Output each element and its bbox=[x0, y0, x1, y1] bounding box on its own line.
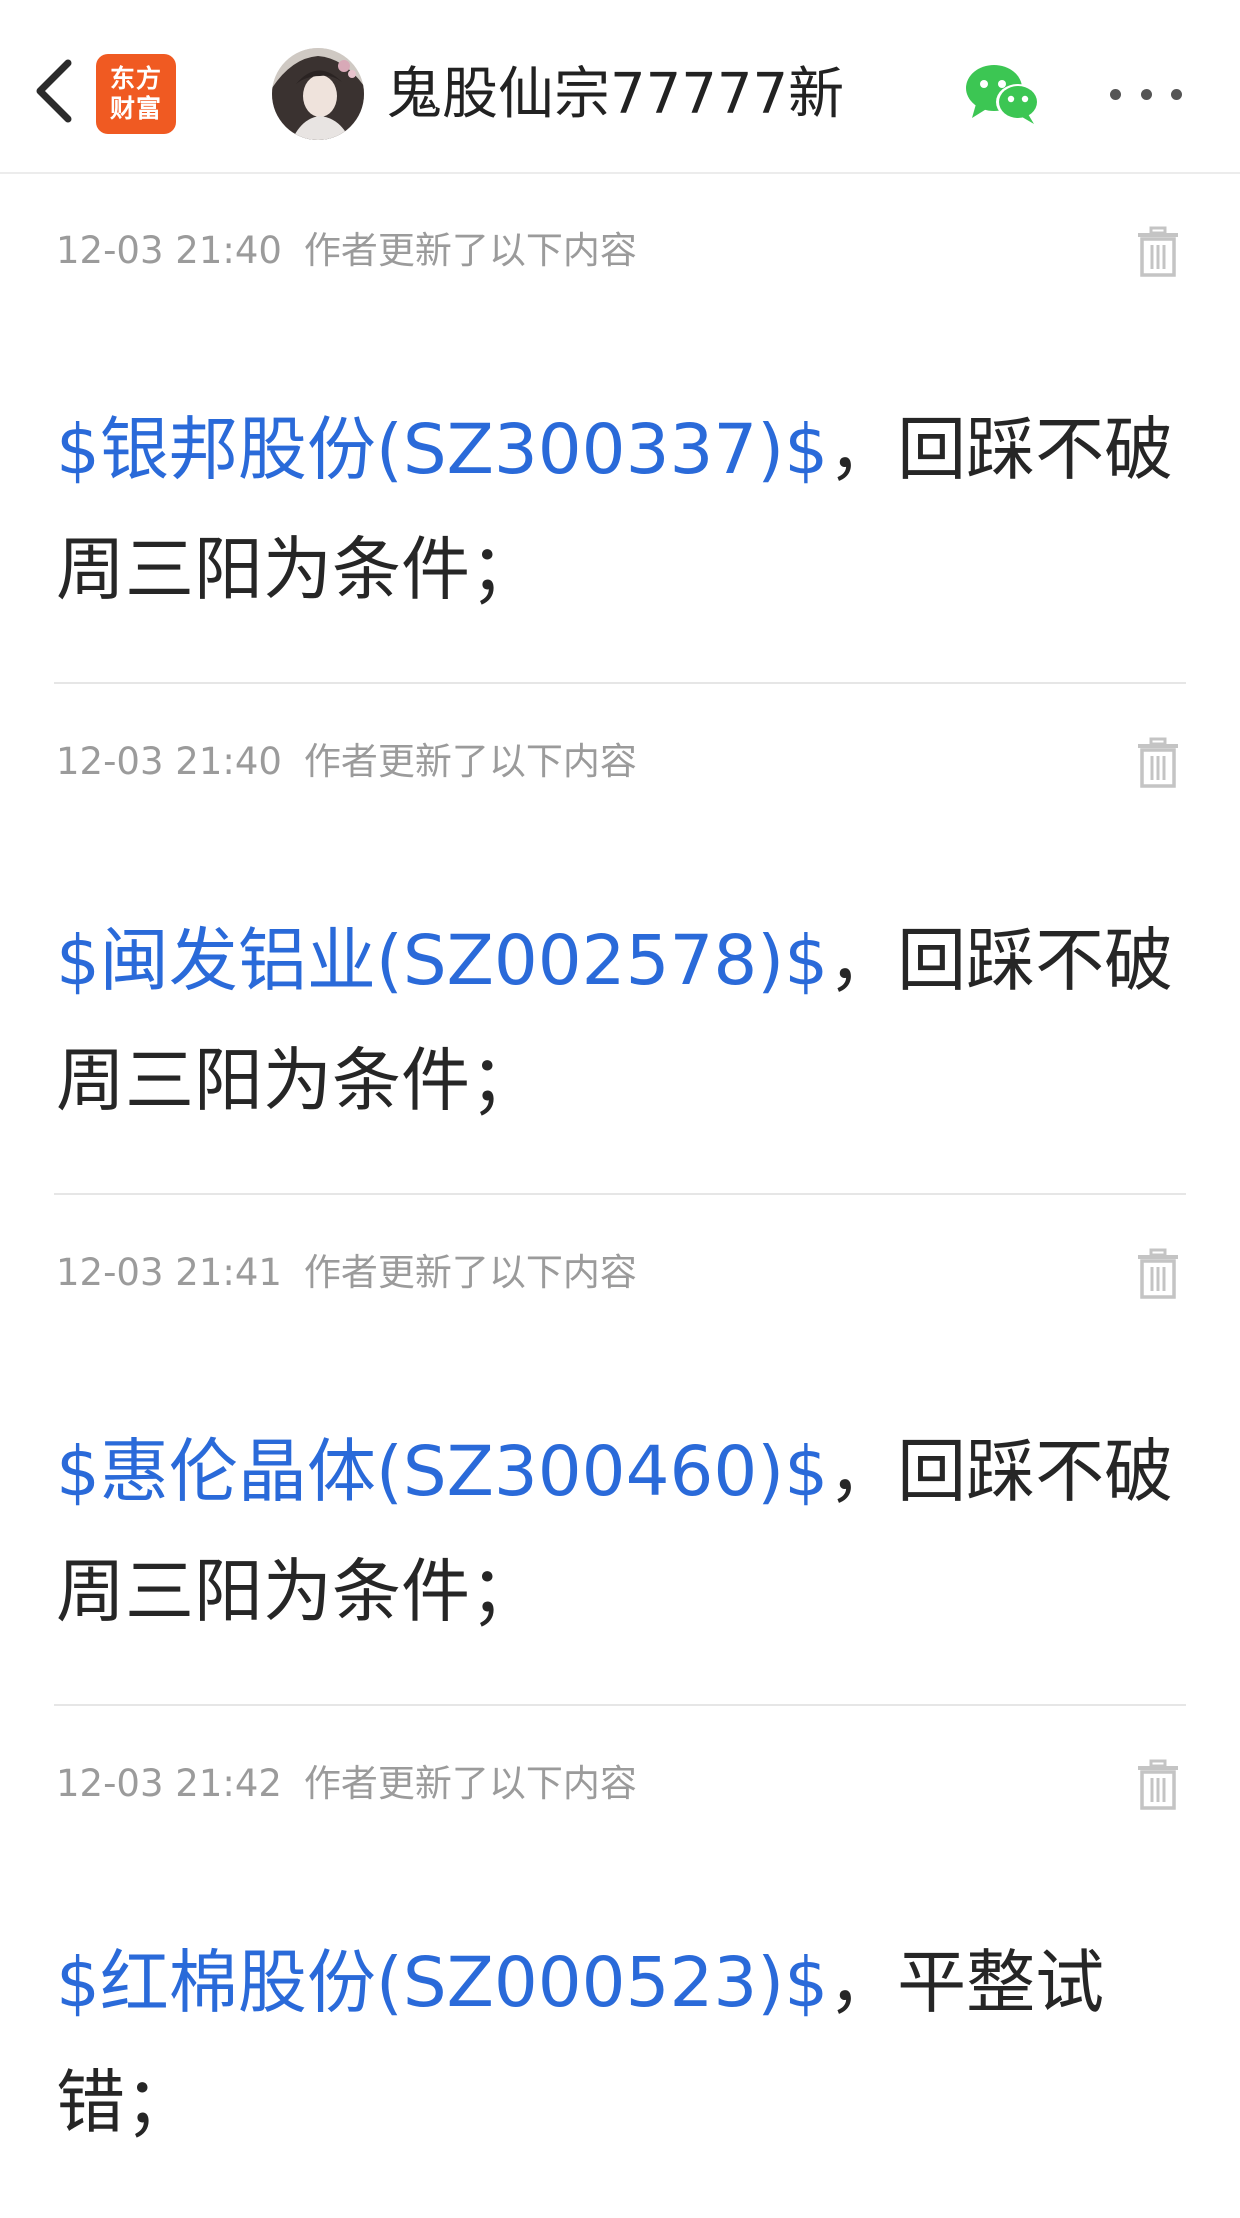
post-meta: 12-03 21:40 作者更新了以下内容 bbox=[56, 737, 637, 787]
post-meta: 12-03 21:41 作者更新了以下内容 bbox=[56, 1248, 637, 1298]
trash-icon bbox=[1138, 226, 1178, 277]
eastmoney-logo: 东方 财富 bbox=[96, 54, 176, 134]
wechat-icon bbox=[966, 65, 1040, 124]
stock-link[interactable]: $银邦股份(SZ300337)$ bbox=[56, 410, 828, 490]
post-item: 12-03 21:42 作者更新了以下内容 $红棉股份(SZ000523)$，平整… bbox=[0, 1707, 1240, 2218]
post-action: 作者更新了以下内容 bbox=[303, 1762, 637, 1805]
post-time: 12-03 21:42 bbox=[56, 1762, 282, 1805]
post-action: 作者更新了以下内容 bbox=[303, 229, 637, 272]
more-icon-dot bbox=[1171, 88, 1182, 100]
trash-icon bbox=[1138, 737, 1178, 788]
post-meta: 12-03 21:40 作者更新了以下内容 bbox=[56, 226, 637, 276]
more-icon bbox=[1110, 88, 1121, 100]
stock-link[interactable]: $闽发铝业(SZ002578)$ bbox=[56, 921, 828, 1001]
post-content: $惠伦晶体(SZ300460)$，回踩不破周三阳为条件； bbox=[56, 1412, 1186, 1652]
logo-text-line1: 东方 bbox=[109, 64, 162, 93]
delete-button[interactable] bbox=[1136, 226, 1180, 278]
delete-button[interactable] bbox=[1136, 1248, 1180, 1300]
post-action: 作者更新了以下内容 bbox=[303, 740, 637, 783]
back-button[interactable] bbox=[24, 56, 84, 126]
stock-link[interactable]: $红棉股份(SZ000523)$ bbox=[56, 1943, 828, 2023]
post-time: 12-03 21:40 bbox=[56, 229, 282, 272]
wechat-share-button[interactable] bbox=[964, 62, 1042, 126]
logo-text-line2: 财富 bbox=[109, 94, 162, 123]
post-item: 12-03 21:40 作者更新了以下内容 $银邦股份(SZ300337)$，回踩… bbox=[0, 174, 1240, 685]
stock-link[interactable]: $惠伦晶体(SZ300460)$ bbox=[56, 1432, 828, 1512]
divider bbox=[54, 1704, 1186, 1706]
post-meta: 12-03 21:42 作者更新了以下内容 bbox=[56, 1759, 637, 1809]
avatar[interactable] bbox=[272, 48, 364, 140]
top-bar: 东方 财富 鬼股仙宗77777新 bbox=[0, 0, 1240, 174]
post-time: 12-03 21:40 bbox=[56, 740, 282, 783]
author-name: 鬼股仙宗77777新 bbox=[386, 62, 845, 127]
divider bbox=[54, 1193, 1186, 1195]
update-feed: 12-03 21:40 作者更新了以下内容 $银邦股份(SZ300337)$，回踩… bbox=[0, 174, 1240, 2218]
avatar-image bbox=[272, 48, 364, 140]
post-action: 作者更新了以下内容 bbox=[303, 1251, 637, 1294]
trash-icon bbox=[1138, 1759, 1178, 1810]
divider bbox=[54, 682, 1186, 684]
post-content: $银邦股份(SZ300337)$，回踩不破周三阳为条件； bbox=[56, 390, 1186, 630]
post-content: $红棉股份(SZ000523)$，平整试错； bbox=[56, 1923, 1186, 2163]
more-icon-dot bbox=[1140, 88, 1152, 100]
delete-button[interactable] bbox=[1136, 1759, 1180, 1811]
more-button[interactable] bbox=[1110, 74, 1182, 114]
post-content: $闽发铝业(SZ002578)$，回踩不破周三阳为条件； bbox=[56, 901, 1186, 1141]
post-item: 12-03 21:41 作者更新了以下内容 $惠伦晶体(SZ300460)$，回踩… bbox=[0, 1196, 1240, 1707]
back-arrow-icon bbox=[36, 59, 72, 123]
delete-button[interactable] bbox=[1136, 737, 1180, 789]
trash-icon bbox=[1138, 1248, 1178, 1299]
post-item: 12-03 21:40 作者更新了以下内容 $闽发铝业(SZ002578)$，回踩… bbox=[0, 685, 1240, 1196]
post-time: 12-03 21:41 bbox=[56, 1251, 282, 1294]
